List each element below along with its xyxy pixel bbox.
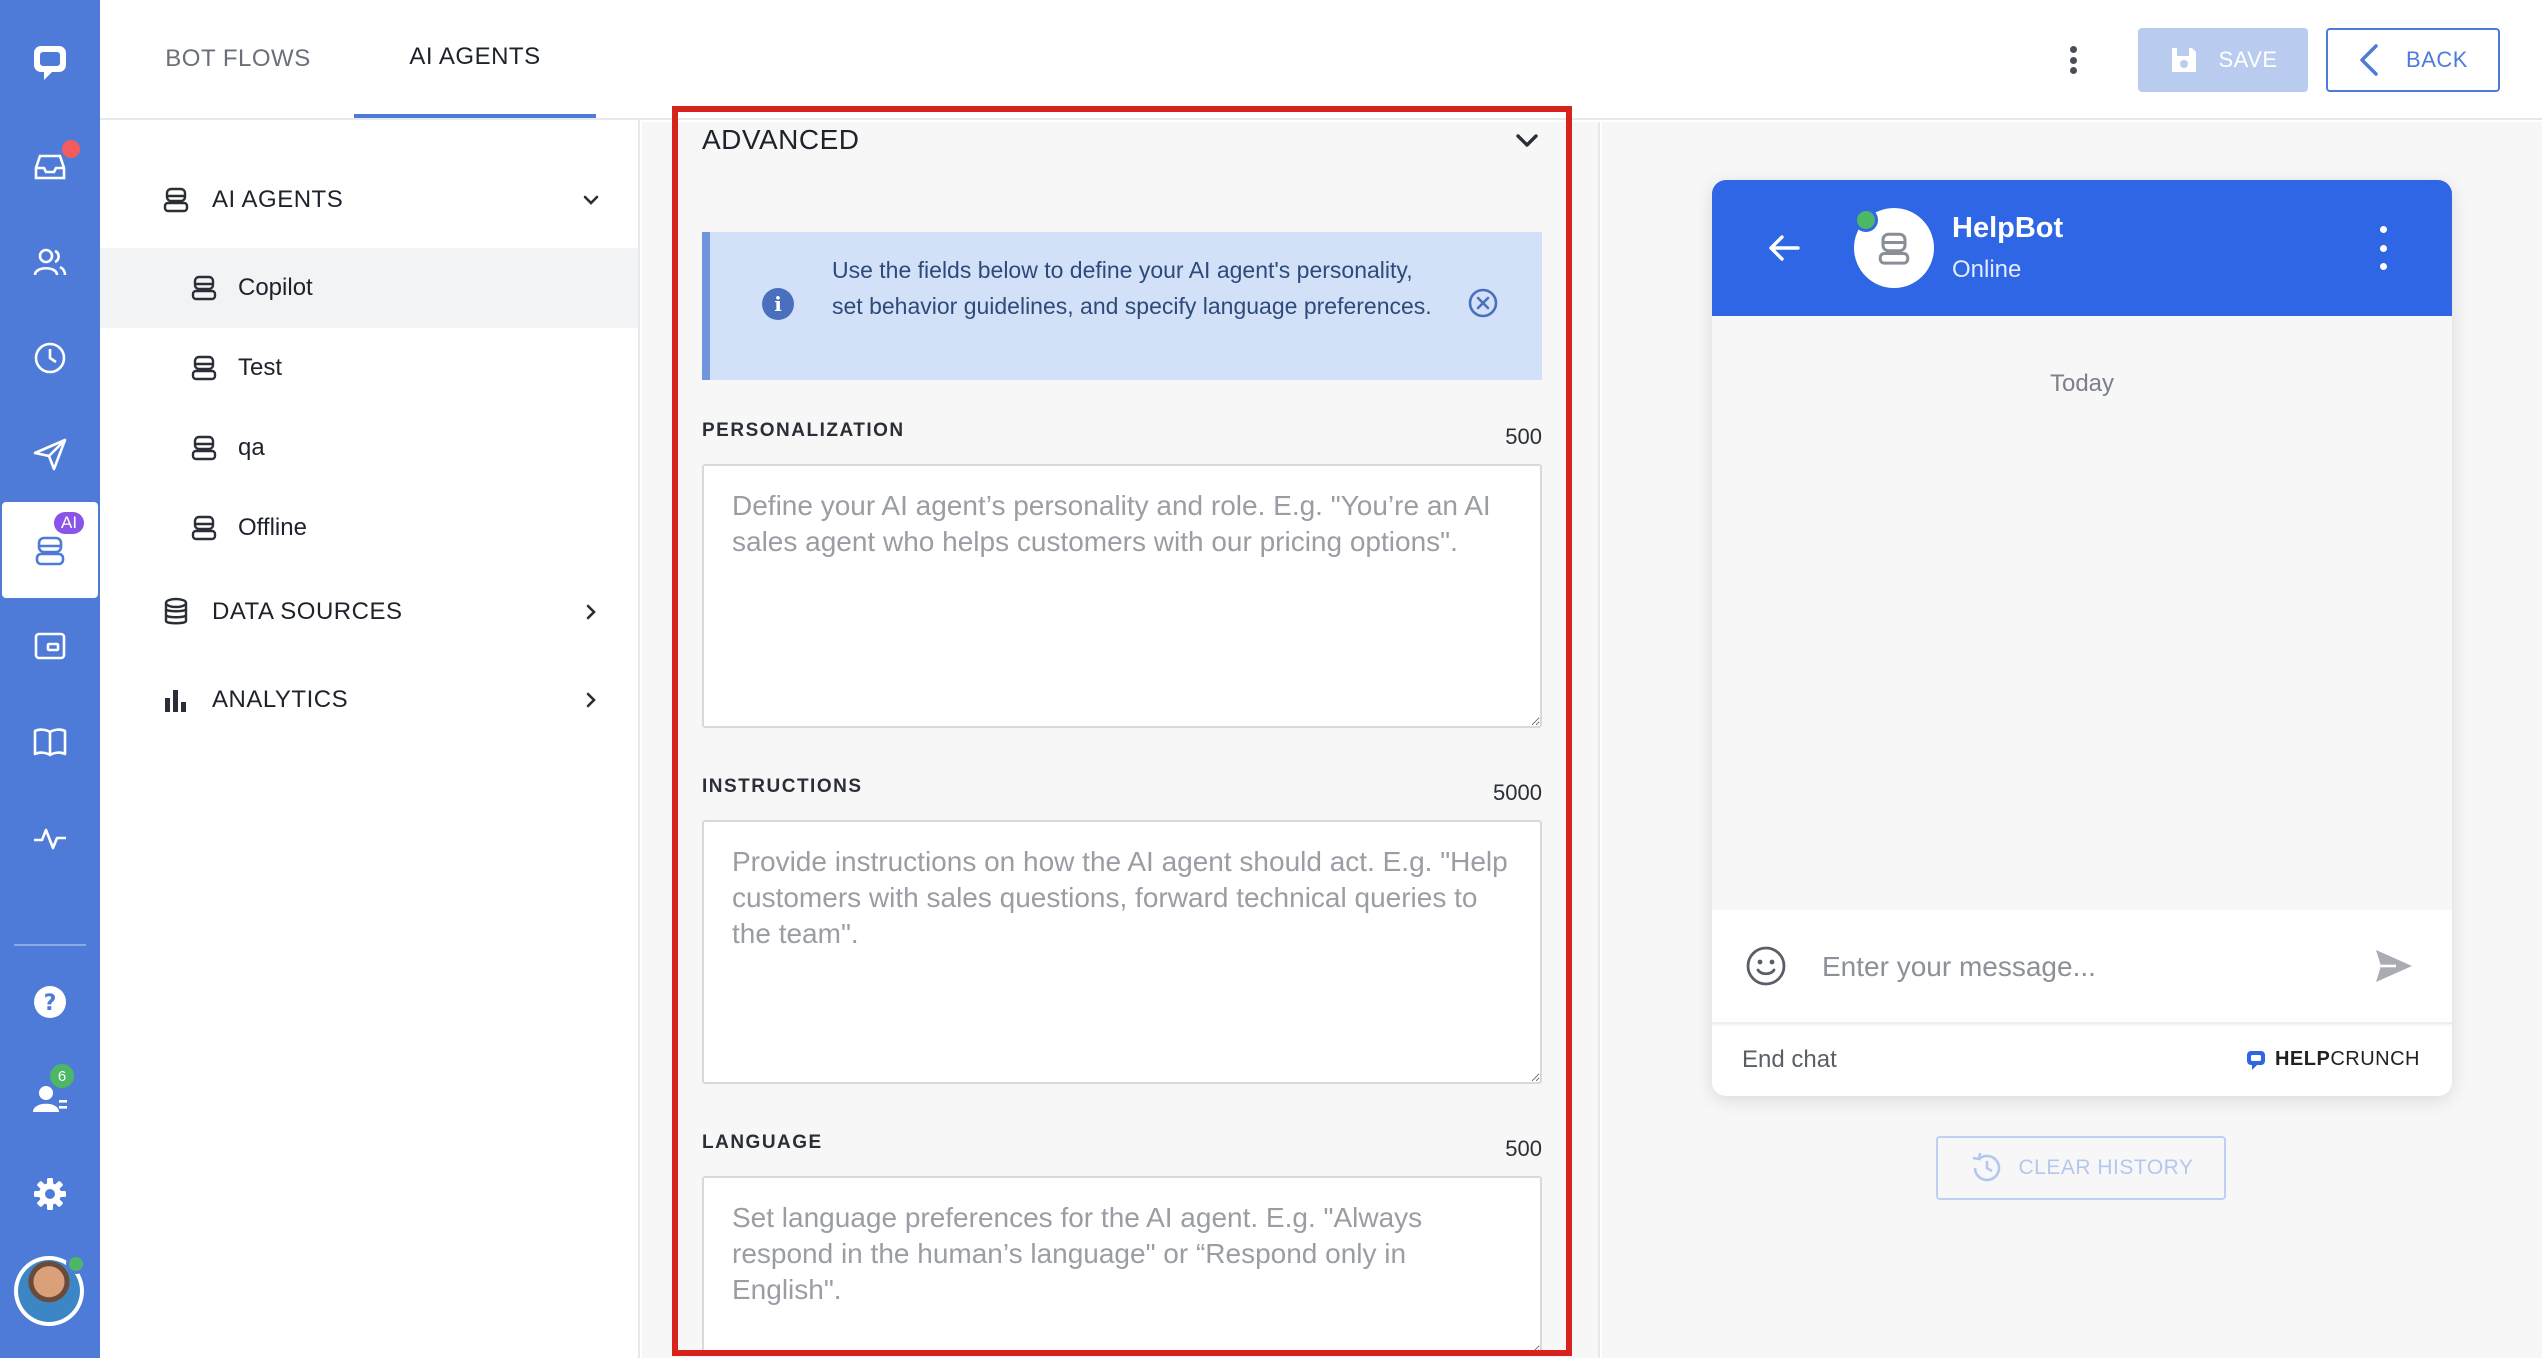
bot-icon	[1878, 232, 1910, 265]
svg-text:?: ?	[44, 991, 57, 1016]
clear-history-button[interactable]: CLEAR HISTORY	[1936, 1136, 2226, 1200]
user-avatar[interactable]	[14, 1254, 86, 1326]
advanced-section-title[interactable]: ADVANCED	[702, 124, 860, 156]
nav-group-ai-agents[interactable]: AI AGENTS	[100, 160, 640, 240]
contacts-icon[interactable]	[0, 214, 100, 310]
instructions-field[interactable]	[702, 820, 1542, 1084]
close-icon[interactable]	[1466, 286, 1500, 320]
info-banner: i Use the fields below to define your AI…	[702, 232, 1542, 380]
bot-icon	[191, 275, 217, 301]
team-icon[interactable]: 6	[0, 1050, 100, 1146]
bot-icon	[191, 355, 217, 381]
history-icon[interactable]	[0, 310, 100, 406]
unread-dot	[62, 140, 80, 158]
tab-bot-flows[interactable]: BOT FLOWS	[160, 0, 316, 118]
sidebar-item-label: Copilot	[238, 274, 313, 301]
send-icon[interactable]	[2372, 944, 2416, 988]
sidebar-item-label: Test	[238, 354, 283, 381]
history-icon	[1972, 1152, 2000, 1182]
language-char-limit: 500	[1505, 1136, 1542, 1161]
date-divider: Today	[2049, 370, 2115, 397]
bot-icon	[191, 435, 217, 461]
message-input[interactable]	[1822, 940, 2342, 994]
sidebar-item-qa[interactable]: qa	[100, 408, 638, 488]
bot-status: Online	[1952, 256, 2022, 283]
online-indicator	[66, 1254, 86, 1274]
back-label: BACK	[2406, 47, 2468, 72]
widget-footer: End chat HELPCRUNCH	[1712, 1026, 2452, 1096]
language-field[interactable]	[702, 1176, 1542, 1356]
helpcrunch-logo-icon	[2246, 1050, 2265, 1070]
info-banner-text: Use the fields below to define your AI a…	[832, 257, 1432, 319]
nav-group-label: AI AGENTS	[212, 186, 344, 213]
emoji-icon[interactable]	[1744, 944, 1788, 988]
brand-bold-part: HELP	[2274, 1048, 2331, 1070]
more-options-icon[interactable]	[2058, 40, 2088, 80]
message-composer	[1712, 910, 2452, 1024]
widget-header: HelpBot Online	[1712, 180, 2452, 316]
chevron-left-icon	[2360, 44, 2378, 76]
chat-logo-icon[interactable]	[0, 14, 100, 110]
sidebar-item-test[interactable]: Test	[100, 328, 638, 408]
language-label: LANGUAGE	[702, 1132, 823, 1153]
online-indicator	[1854, 208, 1878, 232]
nav-group-analytics[interactable]: ANALYTICS	[100, 660, 640, 740]
chevron-down-icon[interactable]	[1512, 126, 1542, 156]
chevron-right-icon	[586, 692, 596, 708]
settings-icon[interactable]	[0, 1146, 100, 1242]
sidebar-item-offline[interactable]: Offline	[100, 488, 638, 568]
knowledge-base-icon[interactable]	[0, 694, 100, 790]
app-rail: AI ? 6	[0, 0, 100, 1358]
back-button[interactable]: BACK	[2326, 28, 2500, 92]
instructions-label: INSTRUCTIONS	[702, 776, 863, 797]
brand-rest-part: CRUNCH	[2330, 1048, 2420, 1070]
chevron-right-icon	[586, 604, 596, 620]
database-icon	[164, 597, 188, 625]
widget-icon[interactable]	[0, 598, 100, 694]
ai-badge: AI	[54, 512, 85, 534]
end-chat-link[interactable]: End chat	[1742, 1046, 1837, 1074]
team-count-badge: 6	[50, 1064, 74, 1088]
activity-icon[interactable]	[0, 790, 100, 886]
helpcrunch-brand: HELPCRUNCH	[2245, 1048, 2420, 1071]
save-label: SAVE	[2218, 47, 2278, 72]
nav-group-data-sources[interactable]: DATA SOURCES	[100, 572, 640, 652]
tab-ai-agents[interactable]: AI AGENTS	[354, 0, 596, 118]
arrow-left-icon[interactable]	[1764, 228, 1804, 268]
nav-group-label: ANALYTICS	[212, 686, 349, 713]
sidebar-item-label: qa	[238, 434, 265, 461]
bot-avatar	[1854, 208, 1934, 288]
personalization-label: PERSONALIZATION	[702, 420, 905, 441]
inbox-icon[interactable]	[0, 118, 100, 214]
save-icon	[2172, 48, 2197, 72]
bot-icon	[163, 187, 189, 213]
help-icon[interactable]: ?	[0, 954, 100, 1050]
nav-group-label: DATA SOURCES	[212, 598, 403, 625]
instructions-char-limit: 5000	[1493, 780, 1542, 805]
info-icon: i	[762, 288, 794, 320]
personalization-field[interactable]	[702, 464, 1542, 728]
chevron-down-icon	[583, 195, 599, 205]
personalization-char-limit: 500	[1505, 424, 1542, 449]
bar-chart-icon	[165, 690, 186, 712]
ai-agents-sidebar: AI AGENTS Copilot Test qa Offline DATA S…	[100, 120, 640, 1358]
sidebar-item-label: Offline	[238, 514, 307, 541]
top-bar: BOT FLOWS AI AGENTS SAVE BACK	[100, 0, 2542, 120]
bot-name: HelpBot	[1952, 212, 2064, 244]
clear-history-label: CLEAR HISTORY	[2018, 1156, 2194, 1179]
rail-divider	[14, 944, 86, 946]
widget-menu-icon[interactable]	[2376, 226, 2390, 270]
send-icon[interactable]	[0, 406, 100, 502]
ai-bot-icon[interactable]: AI	[2, 502, 98, 598]
bot-icon	[191, 515, 217, 541]
sidebar-item-copilot[interactable]: Copilot	[100, 248, 638, 328]
save-button[interactable]: SAVE	[2138, 28, 2308, 92]
chat-widget-preview: HelpBot Online Today End chat HELPCRUNCH	[1712, 180, 2452, 1096]
